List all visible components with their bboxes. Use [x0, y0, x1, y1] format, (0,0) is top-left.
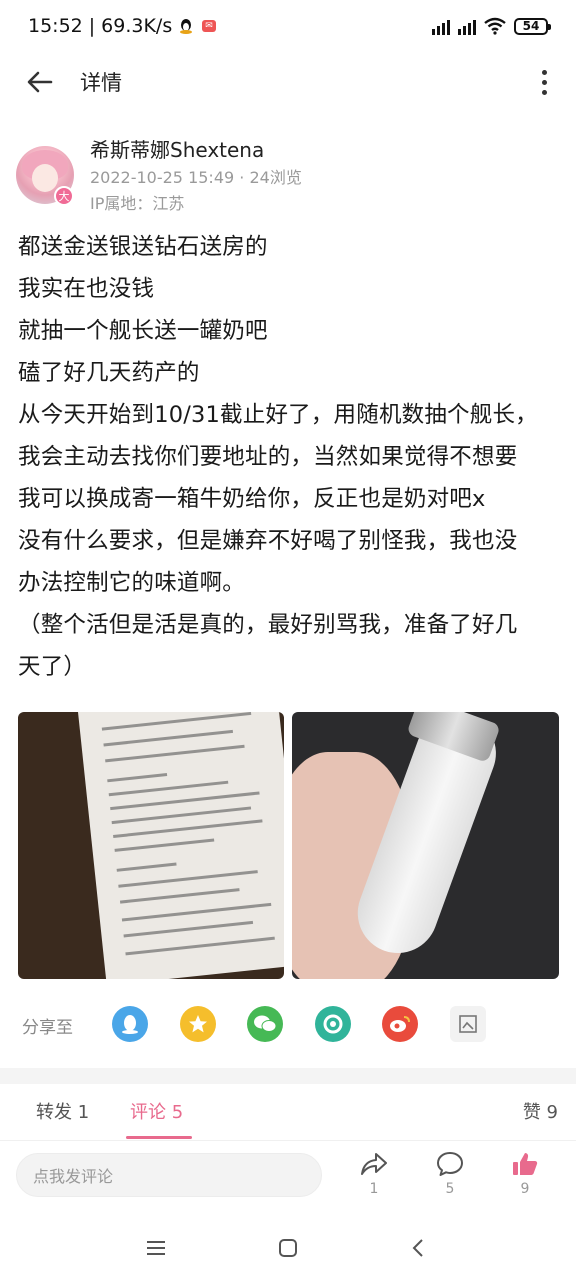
- post-line: 我实在也没钱: [18, 276, 155, 302]
- post-line: 磕了好几天药产的: [18, 360, 200, 386]
- status-left: 15:52 | 69.3K/s ✉: [28, 15, 216, 37]
- more-options-button[interactable]: [530, 66, 558, 98]
- recent-apps-button[interactable]: [136, 1232, 176, 1264]
- menu-icon: [147, 1241, 165, 1255]
- post-line: 天了）: [18, 654, 87, 680]
- back-button[interactable]: [0, 52, 80, 112]
- thumbs-up-icon: [513, 1153, 538, 1175]
- comment-count: 5: [445, 1181, 455, 1197]
- share-row: 分享至: [0, 1000, 576, 1050]
- post-image-leaflet[interactable]: [18, 712, 284, 979]
- active-tab-indicator: [126, 1136, 192, 1139]
- post-line: 没有什么要求，但是嫌弃不好喝了别怪我，我也没: [18, 528, 518, 554]
- post-line: （整个活但是活是真的，最好别骂我，准备了好几: [18, 612, 518, 638]
- ip-location: IP属地：江苏: [90, 194, 185, 213]
- page-title: 详情: [80, 71, 122, 95]
- status-network-speed: 69.3K/s: [101, 15, 173, 37]
- share-label: 分享至: [22, 1017, 73, 1038]
- post-line: 办法控制它的味道啊。: [18, 570, 246, 596]
- more-vertical-icon: [541, 69, 547, 75]
- like-count: 9: [520, 1181, 530, 1197]
- tab-likes[interactable]: 赞 9: [523, 1098, 558, 1124]
- post-meta: 2022-10-25 15:49 · 24浏览: [90, 164, 302, 188]
- leaflet-photo: [78, 712, 284, 979]
- post-line: 就抽一个舰长送一罐奶吧: [18, 318, 268, 344]
- section-divider: [0, 1068, 576, 1084]
- level-badge: 大: [54, 186, 74, 206]
- qq-icon[interactable]: [112, 1006, 148, 1042]
- home-square-icon: [279, 1239, 297, 1257]
- share-action-button[interactable]: 1: [354, 1151, 394, 1197]
- post-date: 2022-10-25 15:49: [90, 168, 235, 187]
- author-header: 大 希斯蒂娜Shextena 2022-10-25 15:49 · 24浏览 I…: [16, 130, 556, 214]
- signal-icon: [432, 17, 450, 35]
- wifi-icon: [484, 17, 506, 35]
- author-name[interactable]: 希斯蒂娜Shextena: [90, 134, 264, 163]
- weibo-icon[interactable]: [382, 1006, 418, 1042]
- post-image-tube[interactable]: [292, 712, 559, 979]
- moments-icon[interactable]: [315, 1006, 351, 1042]
- post-line: 都送金送银送钻石送房的: [18, 234, 268, 260]
- tab-comments[interactable]: 评论 5: [130, 1098, 183, 1124]
- top-app-bar: 详情: [0, 52, 576, 112]
- status-time: 15:52: [28, 15, 83, 37]
- comment-action-button[interactable]: 5: [430, 1151, 470, 1197]
- post-line: 我会主动去找你们要地址的，当然如果觉得不想要: [18, 444, 518, 470]
- engagement-tabs: 转发 1 评论 5 赞 9: [0, 1084, 576, 1140]
- status-separator: |: [88, 15, 96, 37]
- battery-icon: 54: [514, 17, 551, 35]
- comment-bubble-icon: [437, 1152, 463, 1176]
- share-count: 1: [369, 1181, 379, 1197]
- system-back-button[interactable]: [398, 1232, 438, 1264]
- status-bar: 15:52 | 69.3K/s ✉ 54: [0, 0, 576, 52]
- post-body: 都送金送银送钻石送房的 我实在也没钱 就抽一个舰长送一罐奶吧 磕了好几天药产的 …: [18, 226, 563, 688]
- bottom-action-bar: 点我发评论 1 5 9: [0, 1140, 576, 1216]
- arrow-left-icon: [27, 71, 53, 93]
- wechat-icon[interactable]: [247, 1006, 283, 1042]
- tab-reposts[interactable]: 转发 1: [36, 1098, 89, 1124]
- qq-penguin-icon: [180, 19, 193, 34]
- system-navigation-bar: [0, 1216, 576, 1280]
- post-line: 从今天开始到10/31截止好了，用随机数抽个舰长，: [18, 402, 538, 428]
- meta-dot: ·: [239, 168, 250, 187]
- share-arrow-icon: [361, 1153, 387, 1175]
- more-share-icon[interactable]: [450, 1006, 486, 1042]
- signal-icon: [458, 17, 476, 35]
- post-line: 我可以换成寄一箱牛奶给你，反正也是奶对吧x: [18, 486, 486, 512]
- status-right: 54: [432, 17, 551, 35]
- qzone-icon[interactable]: [180, 1006, 216, 1042]
- like-action-button[interactable]: 9: [505, 1151, 545, 1197]
- notification-tag-icon: ✉: [202, 20, 216, 32]
- post-detail-page: 15:52 | 69.3K/s ✉ 54 详情 大 希斯蒂娜Shextena 2…: [0, 0, 576, 1280]
- comment-input[interactable]: 点我发评论: [16, 1153, 322, 1197]
- home-button[interactable]: [268, 1232, 308, 1264]
- chevron-left-icon: [412, 1239, 423, 1257]
- view-count: 24浏览: [249, 168, 302, 187]
